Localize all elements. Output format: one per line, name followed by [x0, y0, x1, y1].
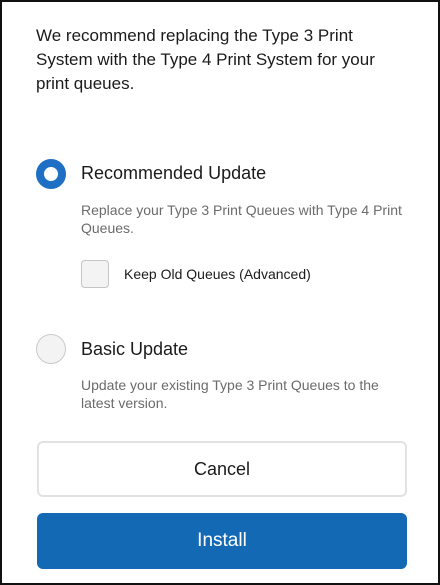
basic-update-title[interactable]: Basic Update: [81, 339, 188, 360]
install-button[interactable]: Install: [37, 513, 407, 569]
intro-text: We recommend replacing the Type 3 Print …: [36, 26, 375, 93]
recommended-update-description: Replace your Type 3 Print Queues with Ty…: [81, 202, 402, 236]
basic-update-description: Update your existing Type 3 Print Queues…: [81, 377, 379, 411]
keep-old-queues-checkbox[interactable]: [81, 260, 109, 288]
recommended-update-radio[interactable]: [36, 159, 66, 189]
keep-old-queues-label[interactable]: Keep Old Queues (Advanced): [124, 266, 311, 282]
recommended-update-title[interactable]: Recommended Update: [81, 163, 266, 184]
basic-update-radio[interactable]: [36, 334, 66, 364]
print-system-update-dialog: We recommend replacing the Type 3 Print …: [0, 0, 440, 585]
cancel-button[interactable]: Cancel: [37, 441, 407, 497]
